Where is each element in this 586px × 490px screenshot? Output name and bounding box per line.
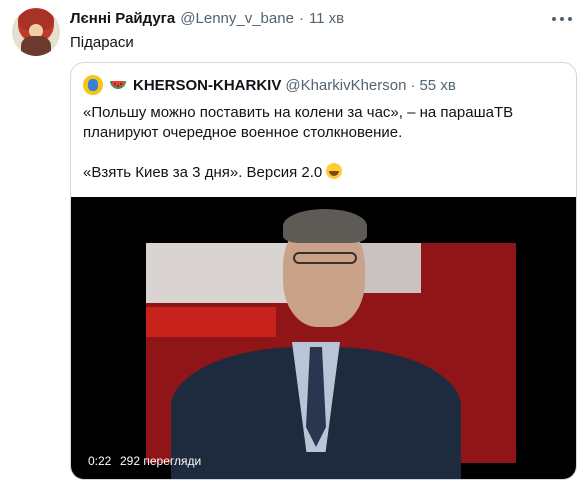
quoted-avatar[interactable]: [83, 75, 103, 95]
quoted-text-line: «Взять Киев за 3 дня». Версия 2.0: [83, 163, 563, 183]
quoted-text-line: планируют очередное военное столкновение…: [83, 124, 403, 141]
tweet-timestamp[interactable]: 11 хв: [309, 10, 344, 27]
quoted-header: KHERSON-KHARKIV @KharkivKherson · 55 хв: [83, 75, 456, 95]
author-avatar[interactable]: [12, 8, 60, 56]
author-handle[interactable]: @Lenny_v_bane: [180, 10, 294, 27]
separator-dot: ·: [298, 10, 304, 27]
video-view-count: 292 перегляди: [120, 454, 202, 468]
quoted-timestamp[interactable]: 55 хв: [419, 77, 455, 94]
video-frame: [283, 209, 367, 243]
quoted-text-line-content: «Взять Киев за 3 дня». Версия 2.0: [83, 164, 323, 181]
tweet-text: Підараси: [70, 34, 134, 51]
more-dots-icon[interactable]: [552, 12, 572, 26]
video-duration: 0:22: [88, 454, 112, 468]
quoted-author-handle[interactable]: @KharkivKherson: [285, 77, 406, 94]
video-player[interactable]: [71, 197, 576, 479]
video-frame: [146, 243, 296, 303]
watermelon-emoji-icon: [110, 81, 126, 89]
video-frame: [293, 252, 357, 264]
quoted-tweet[interactable]: KHERSON-KHARKIV @KharkivKherson · 55 хв …: [70, 62, 577, 480]
quoted-text: «Польшу можно поставить на колени за час…: [83, 103, 563, 183]
author-name[interactable]: Лєнні Райдуга: [70, 10, 175, 27]
tweet[interactable]: Лєнні Райдуга @Lenny_v_bane · 11 хв Піда…: [0, 0, 586, 490]
tweet-header: Лєнні Райдуга @Lenny_v_bane · 11 хв: [70, 10, 344, 30]
quoted-text-line: «Польшу можно поставить на колени за час…: [83, 104, 514, 121]
separator-dot: ·: [410, 76, 416, 94]
tears-of-joy-emoji-icon: [326, 163, 343, 179]
video-frame: [146, 307, 276, 337]
quoted-author-name[interactable]: KHERSON-KHARKIV: [133, 77, 281, 94]
